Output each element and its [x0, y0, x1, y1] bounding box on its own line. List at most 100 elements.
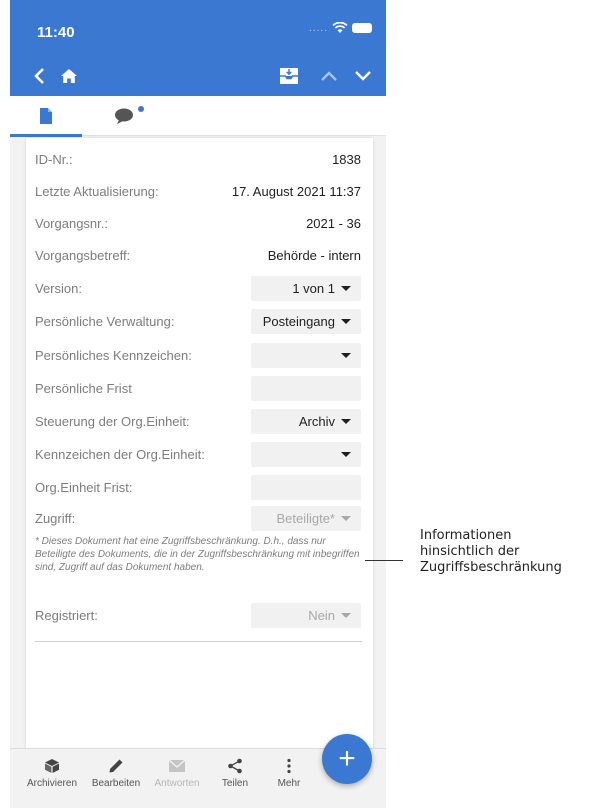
personal-deadline-row: Persönliche Frist: [35, 371, 361, 405]
status-time: 11:40: [37, 24, 75, 41]
id-value: 1838: [332, 151, 361, 167]
access-restriction-note: * Dieses Dokument hat eine Zugriffsbesch…: [35, 536, 360, 573]
org-control-label: Steuerung der Org.Einheit:: [35, 413, 190, 429]
caret-down-icon: [341, 612, 351, 618]
inbox-button[interactable]: [276, 63, 302, 89]
edit-label: Bearbeiten: [91, 778, 141, 789]
case-number-value: 2021 - 36: [306, 215, 361, 231]
updated-row: Letzte Aktualisierung: 17. August 2021 1…: [35, 174, 361, 208]
caret-down-icon: [341, 451, 351, 457]
callout-line-2: hinsichtlich der: [420, 544, 520, 559]
share-icon: [227, 757, 243, 775]
more-button[interactable]: Mehr: [272, 757, 306, 789]
archive-label: Archivieren: [26, 778, 78, 789]
caret-down-icon: [341, 418, 351, 424]
comment-icon: [115, 108, 133, 124]
chevron-up-icon: [321, 71, 337, 81]
personal-mark-label: Persönliches Kennzeichen:: [35, 347, 192, 363]
notification-dot: [138, 106, 144, 112]
access-value: Beteiligte*: [276, 510, 335, 526]
callout-annotation: Informationen hinsichtlich der Zugriffsb…: [420, 528, 595, 576]
reply-label: Antworten: [154, 778, 200, 789]
updated-label: Letzte Aktualisierung:: [35, 183, 159, 199]
updated-value: 17. August 2021 11:37: [231, 183, 361, 199]
callout-line: [365, 560, 403, 561]
caret-down-icon: [341, 352, 351, 358]
personal-admin-label: Persönliche Verwaltung:: [35, 313, 175, 329]
case-number-label: Vorgangsnr.:: [35, 215, 108, 231]
id-label: ID-Nr.:: [35, 151, 73, 167]
reply-button: Antworten: [152, 757, 202, 789]
status-icons: .....: [309, 22, 372, 34]
org-mark-label: Kennzeichen der Org.Einheit:: [35, 446, 205, 462]
case-subject-row: Vorgangsbetreff: Behörde - intern: [35, 238, 361, 272]
personal-mark-dropdown[interactable]: [251, 342, 361, 368]
access-label: Zugriff:: [35, 510, 76, 526]
case-number-row: Vorgangsnr.: 2021 - 36: [35, 206, 361, 240]
personal-deadline-label: Persönliche Frist: [35, 380, 132, 396]
share-label: Teilen: [221, 778, 249, 789]
registered-label: Registriert:: [35, 607, 98, 623]
mail-icon: [168, 757, 186, 775]
access-row: Zugriff: Beteiligte*: [35, 501, 361, 535]
more-vertical-icon: [286, 757, 292, 775]
document-details-card: ID-Nr.: 1838 Letzte Aktualisierung: 17. …: [26, 138, 373, 750]
personal-admin-row: Persönliche Verwaltung: Posteingang: [35, 304, 361, 338]
org-mark-row: Kennzeichen der Org.Einheit:: [35, 437, 361, 471]
next-button[interactable]: [350, 63, 376, 89]
org-control-row: Steuerung der Org.Einheit: Archiv: [35, 404, 361, 438]
org-deadline-label: Org.Einheit Frist:: [35, 479, 133, 495]
phone-screen: 11:40 ..... ID-Nr.: 1838 Letzte Aktualis…: [10, 0, 386, 808]
tab-bar: [10, 96, 386, 137]
edit-button[interactable]: Bearbeiten: [90, 757, 142, 789]
personal-admin-value: Posteingang: [262, 313, 335, 329]
chevron-down-icon: [355, 71, 371, 81]
document-icon: [40, 108, 52, 124]
wifi-icon: [332, 22, 348, 33]
version-dropdown[interactable]: 1 von 1: [251, 275, 361, 301]
org-control-value: Archiv: [298, 413, 335, 429]
access-dropdown: Beteiligte*: [251, 505, 361, 531]
personal-admin-dropdown[interactable]: Posteingang: [251, 308, 361, 334]
registered-row: Registriert: Nein: [35, 598, 361, 632]
signal-icon: .....: [309, 22, 328, 34]
divider: [35, 641, 362, 642]
caret-down-icon: [341, 318, 351, 324]
previous-button[interactable]: [316, 63, 342, 89]
personal-mark-row: Persönliches Kennzeichen:: [35, 338, 361, 372]
status-bar: 11:40 .....: [10, 0, 386, 56]
chevron-left-icon: [34, 68, 44, 84]
archive-box-icon: [44, 757, 60, 775]
add-fab-button[interactable]: +: [322, 734, 372, 784]
version-label: Version:: [35, 280, 82, 296]
caret-down-icon: [341, 515, 351, 521]
version-row: Version: 1 von 1: [35, 271, 361, 305]
home-button[interactable]: [56, 63, 82, 89]
battery-icon: [352, 23, 372, 33]
org-mark-dropdown[interactable]: [251, 441, 361, 467]
registered-dropdown: Nein: [251, 602, 361, 628]
pencil-icon: [108, 757, 124, 775]
tab-comments[interactable]: [94, 96, 154, 136]
id-row: ID-Nr.: 1838: [35, 142, 361, 176]
case-subject-value: Behörde - intern: [267, 247, 361, 263]
home-icon: [61, 69, 77, 83]
tab-document[interactable]: [10, 96, 82, 137]
archive-button[interactable]: Archivieren: [26, 757, 78, 789]
nav-bar: [10, 56, 386, 96]
registered-value: Nein: [308, 607, 335, 623]
callout-line-3: Zugriffsbeschränkung: [420, 560, 562, 575]
org-control-dropdown[interactable]: Archiv: [251, 408, 361, 434]
version-value: 1 von 1: [292, 280, 335, 296]
caret-down-icon: [341, 285, 351, 291]
case-subject-label: Vorgangsbetreff:: [35, 247, 131, 263]
inbox-icon: [280, 68, 298, 84]
back-button[interactable]: [26, 63, 52, 89]
org-deadline-row: Org.Einheit Frist:: [35, 470, 361, 504]
callout-line-1: Informationen: [420, 528, 512, 543]
org-deadline-field[interactable]: [251, 474, 361, 500]
share-button[interactable]: Teilen: [214, 757, 256, 789]
personal-deadline-field[interactable]: [251, 375, 361, 401]
active-tab-indicator: [10, 134, 82, 137]
more-label: Mehr: [277, 778, 301, 789]
